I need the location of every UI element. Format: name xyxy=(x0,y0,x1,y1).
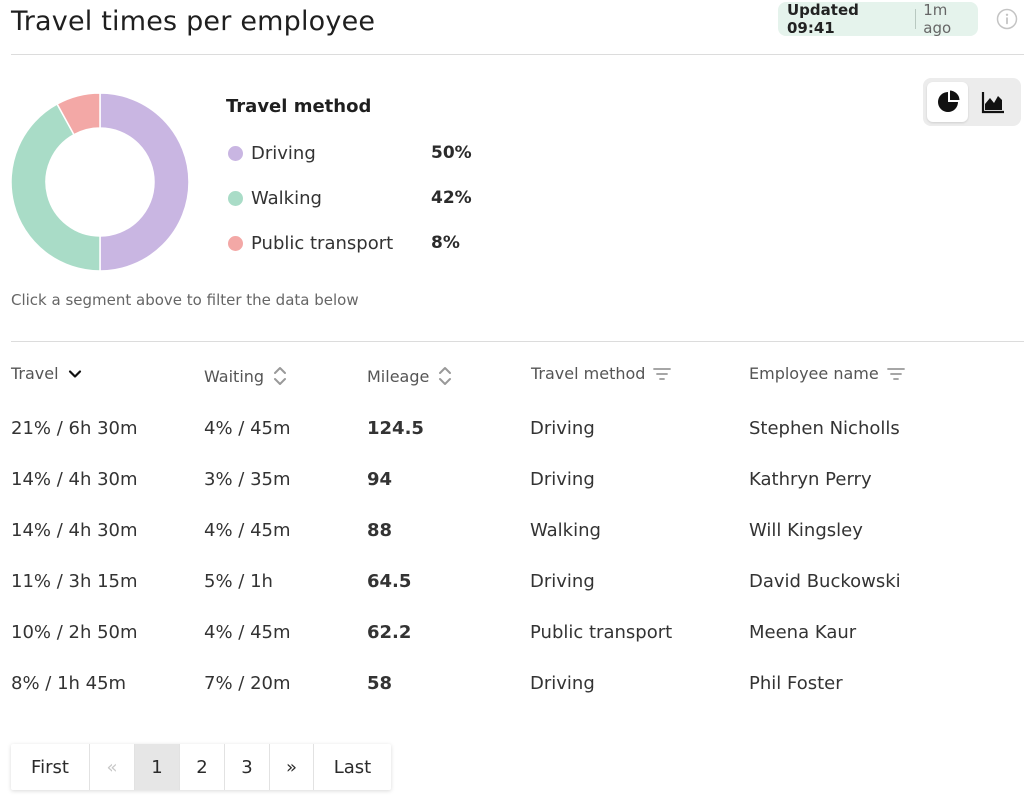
legend-dot-public-transport xyxy=(228,235,243,251)
table-cell: 14% / 4h 30m xyxy=(11,520,138,541)
filter-icon xyxy=(653,367,672,380)
column-header-label: Waiting xyxy=(204,366,265,386)
badge-divider xyxy=(915,9,917,29)
table-divider xyxy=(11,341,1024,342)
table-cell: 88 xyxy=(367,520,393,541)
column-header-label: Mileage xyxy=(367,366,430,386)
table-cell: 94 xyxy=(367,469,393,490)
updated-time: Updated 09:41 xyxy=(787,1,859,37)
area-view-button[interactable] xyxy=(972,82,1013,122)
table-cell: 3% / 35m xyxy=(204,469,291,490)
column-header-employee-name[interactable]: Employee name xyxy=(749,364,905,383)
table-cell: 124.5 xyxy=(367,418,424,439)
column-header-travel[interactable]: Travel xyxy=(11,364,83,383)
header-divider xyxy=(11,54,1024,55)
table-cell: 58 xyxy=(367,673,393,694)
table-cell: Will Kingsley xyxy=(749,520,863,541)
table-cell: Driving xyxy=(530,469,595,490)
table-cell: 4% / 45m xyxy=(204,418,291,439)
table-cell: 14% / 4h 30m xyxy=(11,469,138,490)
chevron-down-icon xyxy=(68,369,81,378)
table-cell: Driving xyxy=(530,571,595,592)
legend-dot-driving xyxy=(228,145,243,161)
sort-icon xyxy=(439,367,452,385)
pie-chart-icon xyxy=(937,90,959,112)
page-button-2[interactable]: 2 xyxy=(180,744,225,790)
table-cell: 21% / 6h 30m xyxy=(11,418,138,439)
table-cell: 5% / 1h xyxy=(204,571,273,592)
column-header-label: Travel xyxy=(11,364,59,383)
filter-hint: Click a segment above to filter the data… xyxy=(11,291,359,309)
pie-view-button[interactable] xyxy=(927,82,968,122)
legend-dot-walking xyxy=(228,190,243,206)
table-cell: 64.5 xyxy=(367,571,412,592)
column-header-waiting[interactable]: Waiting xyxy=(204,364,288,388)
page-button-3[interactable]: 3 xyxy=(225,744,270,790)
legend-label: Driving xyxy=(251,142,316,164)
legend-label: Walking xyxy=(251,187,322,209)
filter-icon xyxy=(886,367,905,380)
page-button-1[interactable]: 1 xyxy=(135,744,180,790)
travel-method-donut-chart xyxy=(10,92,190,272)
table-cell: Public transport xyxy=(530,622,673,643)
legend-value: 8% xyxy=(431,233,460,253)
legend-item-public-transport[interactable]: Public transport 8% xyxy=(228,231,460,255)
table-cell: Kathryn Perry xyxy=(749,469,872,490)
sort-icon xyxy=(274,367,287,385)
updated-badge: Updated 09:41 1m ago xyxy=(778,1,978,37)
table-cell: 7% / 20m xyxy=(204,673,291,694)
table-cell: 4% / 45m xyxy=(204,622,291,643)
column-header-label: Employee name xyxy=(749,364,879,383)
table-cell: Meena Kaur xyxy=(749,622,857,643)
table-cell: 8% / 1h 45m xyxy=(11,673,127,694)
table-cell: 11% / 3h 15m xyxy=(11,571,138,592)
last-page-button[interactable]: Last xyxy=(314,744,391,790)
table-cell: David Buckowski xyxy=(749,571,901,592)
table-cell: Stephen Nicholls xyxy=(749,418,900,439)
column-header-travel-method[interactable]: Travel method xyxy=(531,364,672,383)
next-page-button[interactable]: » xyxy=(270,744,314,790)
pagination: First « 1 2 3 » Last xyxy=(11,744,391,790)
legend-item-walking[interactable]: Walking 42% xyxy=(228,186,472,210)
column-header-label: Travel method xyxy=(531,364,646,383)
first-page-button[interactable]: First xyxy=(11,744,90,790)
table-cell: 10% / 2h 50m xyxy=(11,622,138,643)
legend-title: Travel method xyxy=(226,96,372,117)
table-cell: Driving xyxy=(530,418,595,439)
legend-value: 42% xyxy=(431,188,472,208)
donut-segment-driving[interactable] xyxy=(99,92,190,272)
table-cell: Walking xyxy=(530,520,601,541)
table-cell: 4% / 45m xyxy=(204,520,291,541)
column-header-mileage[interactable]: Mileage xyxy=(367,364,453,388)
info-icon[interactable] xyxy=(996,8,1018,30)
table-cell: Phil Foster xyxy=(749,673,843,694)
table-cell: 62.2 xyxy=(367,622,412,643)
legend-value: 50% xyxy=(431,143,472,163)
table-cell: Driving xyxy=(530,673,595,694)
updated-ago: 1m ago xyxy=(923,1,952,37)
page-title: Travel times per employee xyxy=(11,6,376,37)
chart-view-toggle xyxy=(923,78,1021,126)
legend-label: Public transport xyxy=(251,232,394,254)
legend-item-driving[interactable]: Driving 50% xyxy=(228,141,472,165)
prev-page-button[interactable]: « xyxy=(90,744,135,790)
area-chart-icon xyxy=(981,92,1004,114)
